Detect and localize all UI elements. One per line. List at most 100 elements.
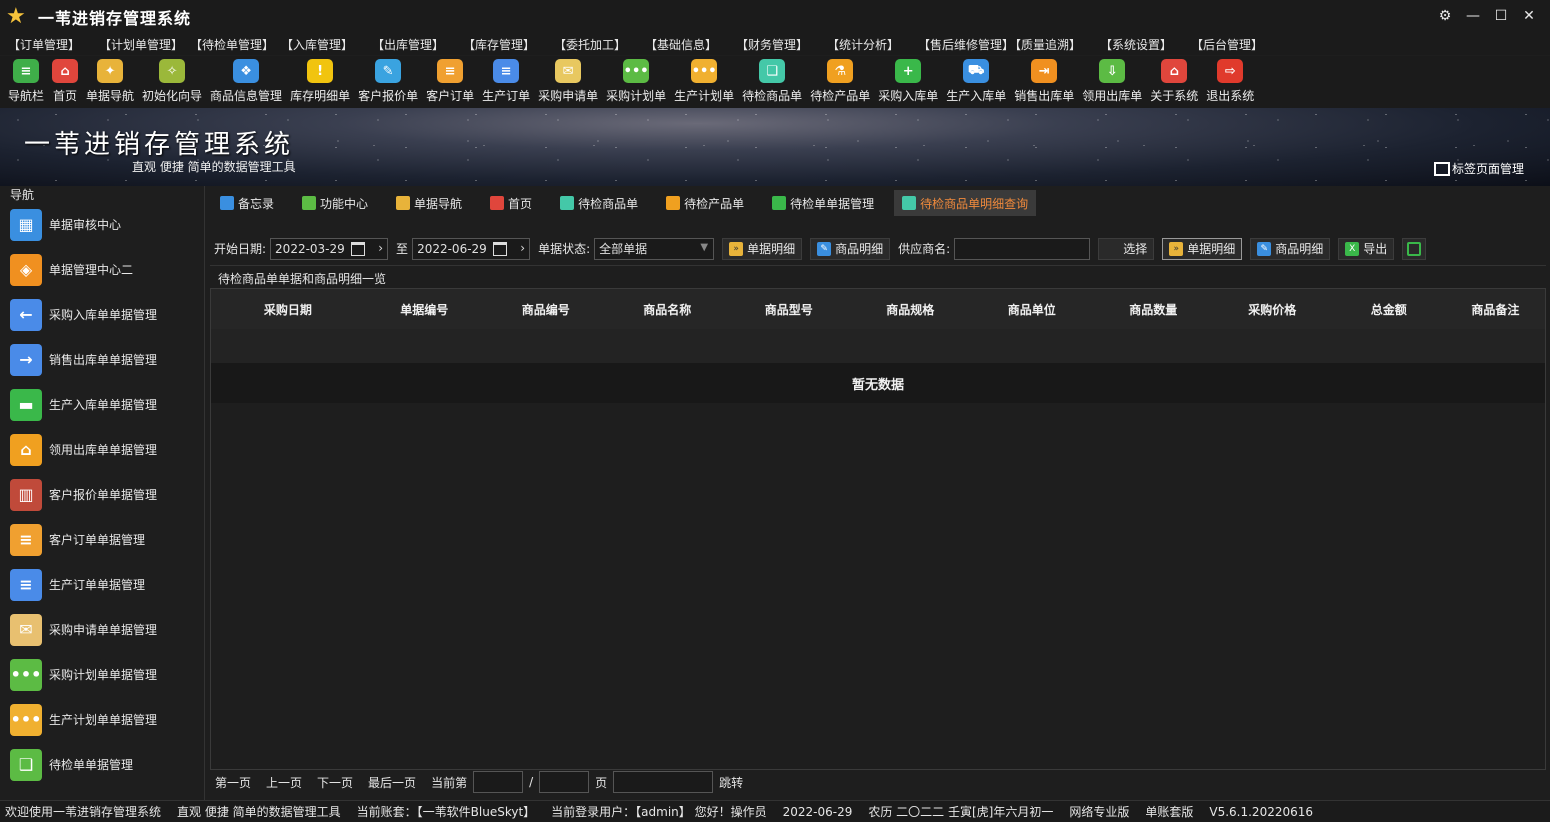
doc-detail-button-2[interactable]: » 单据明细: [1162, 237, 1243, 260]
menu-item[interactable]: 【质量追溯】: [1009, 36, 1100, 53]
prev-page-link[interactable]: 上一页: [266, 774, 302, 791]
tab[interactable]: 备忘录: [212, 190, 282, 216]
supplier-input[interactable]: [954, 237, 1091, 260]
toolbar-button-label: 首页: [53, 89, 78, 103]
sidebar-item[interactable]: ••• 采购计划单单据管理: [0, 652, 204, 697]
sidebar-item[interactable]: ✉ 采购申请单单据管理: [0, 607, 204, 652]
tab[interactable]: 功能中心: [294, 190, 376, 216]
toolbar-button[interactable]: ••• 生产计划单: [670, 56, 738, 104]
current-page-input[interactable]: [473, 771, 524, 793]
menu-item[interactable]: 【统计分析】: [827, 36, 918, 53]
toolbar-button[interactable]: ✦ 单据导航: [82, 56, 138, 104]
tab[interactable]: 待检产品单: [658, 190, 752, 216]
menu-item[interactable]: 【出库管理】: [372, 36, 463, 53]
grid-header: 采购日期 单据编号 商品编号 商品名称 商品型号 商品规格 商品单位 商品数量 采购价格 总金额商…: [211, 289, 1545, 329]
select-supplier-button[interactable]: 选择: [1098, 237, 1155, 260]
column-header[interactable]: 商品备注: [1446, 301, 1545, 318]
sidebar-item[interactable]: ⌂ 领用出库单单据管理: [0, 427, 204, 472]
toolbar-button[interactable]: ✉ 采购申请单: [534, 56, 602, 104]
column-header[interactable]: 商品名称: [608, 301, 727, 318]
first-page-link[interactable]: 第一页: [215, 774, 251, 791]
sidebar-item[interactable]: ▬ 生产入库单单据管理: [0, 382, 204, 427]
calendar-icon[interactable]: [351, 241, 366, 256]
menu-item[interactable]: 【入库管理】: [281, 36, 372, 53]
sidebar-item-label: 生产入库单单据管理: [49, 398, 158, 412]
tab-manage-button[interactable]: 标签页面管理: [1433, 160, 1524, 177]
column-header[interactable]: 采购日期: [211, 301, 365, 318]
sidebar-item[interactable]: ▦ 单据审核中心: [0, 202, 204, 247]
end-date-picker[interactable]: 2022-06-29 ›: [412, 237, 531, 260]
toolbar-button[interactable]: ❖ 商品信息管理: [206, 56, 286, 104]
toolbar-button[interactable]: + 采购入库单: [874, 56, 942, 104]
toolbar-button[interactable]: ✧ 初始化向导: [138, 56, 206, 104]
column-header[interactable]: 采购价格: [1213, 301, 1332, 318]
toolbar-button-label: 客户订单: [426, 89, 475, 103]
jump-page-input[interactable]: [613, 771, 714, 793]
menu-item[interactable]: 【财务管理】: [736, 36, 827, 53]
status-select[interactable]: 全部单据 ▼: [594, 237, 715, 260]
doc-detail-button[interactable]: » 单据明细: [722, 237, 803, 260]
toolbar-button[interactable]: ⇨ 退出系统: [1202, 56, 1258, 104]
start-date-picker[interactable]: 2022-03-29 ›: [270, 237, 389, 260]
menu-item[interactable]: 【售后维修管理】: [918, 36, 1014, 53]
menu-item[interactable]: 【待检单管理】: [190, 36, 281, 53]
next-page-link[interactable]: 下一页: [317, 774, 353, 791]
sidebar-item[interactable]: → 销售出库单单据管理: [0, 337, 204, 382]
menu-item[interactable]: 【库存管理】: [463, 36, 554, 53]
toolbar-button[interactable]: ! 库存明细单: [286, 56, 354, 104]
sidebar-item[interactable]: ◈ 单据管理中心二: [0, 247, 204, 292]
toolbar-button[interactable]: ≡ 生产订单: [478, 56, 534, 104]
column-header[interactable]: 单据编号: [365, 301, 484, 318]
menu-item[interactable]: 【系统设置】: [1100, 36, 1191, 53]
tab[interactable]: 单据导航: [388, 190, 470, 216]
tab[interactable]: 待检商品单明细查询: [894, 190, 1037, 216]
close-icon[interactable]: ✕: [1516, 4, 1542, 28]
tab[interactable]: 待检单单据管理: [764, 190, 882, 216]
goods-detail-button-2[interactable]: ✎ 商品明细: [1250, 237, 1331, 260]
maximize-icon[interactable]: ☐: [1488, 4, 1514, 28]
total-pages-input[interactable]: [539, 771, 590, 793]
toolbar-button[interactable]: ✎ 客户报价单: [354, 56, 422, 104]
calendar-icon[interactable]: [493, 241, 508, 256]
menu-item[interactable]: 【计划单管理】: [99, 36, 190, 53]
sidebar-item[interactable]: ≡ 客户订单单据管理: [0, 517, 204, 562]
sidebar-item[interactable]: ••• 生产计划单单据管理: [0, 697, 204, 742]
settings-gear-icon[interactable]: ⚙: [1432, 4, 1458, 28]
toolbar-button[interactable]: ⌂ 首页: [48, 56, 82, 104]
toolbar-button[interactable]: ⇩ 领用出库单: [1078, 56, 1146, 104]
column-header[interactable]: 商品型号: [727, 301, 851, 318]
toolbar-button[interactable]: ⚗ 待检产品单: [806, 56, 874, 104]
tab[interactable]: 首页: [482, 190, 540, 216]
last-page-link[interactable]: 最后一页: [368, 774, 416, 791]
toolbar-button[interactable]: ≡ 导航栏: [4, 56, 48, 104]
toolbar-button[interactable]: ❑ 待检商品单: [738, 56, 806, 104]
chevron-right-icon[interactable]: ›: [520, 241, 525, 255]
sidebar-item[interactable]: ← 采购入库单单据管理: [0, 292, 204, 337]
column-header[interactable]: 商品编号: [484, 301, 608, 318]
column-header[interactable]: 商品单位: [970, 301, 1094, 318]
doc-icon: ≡: [493, 59, 520, 83]
menu-item[interactable]: 【委托加工】: [554, 36, 645, 53]
menu-item[interactable]: 【基础信息】: [645, 36, 736, 53]
sidebar-item[interactable]: ▥ 客户报价单单据管理: [0, 472, 204, 517]
menu-item[interactable]: 【订单管理】: [8, 36, 99, 53]
goods-detail-button[interactable]: ✎ 商品明细: [810, 237, 891, 260]
export-button[interactable]: X 导出: [1338, 237, 1395, 260]
toolbar-button[interactable]: ⌂ 关于系统: [1146, 56, 1202, 104]
column-header[interactable]: 总金额: [1332, 301, 1446, 318]
column-header[interactable]: 商品数量: [1094, 301, 1213, 318]
toolbar-button[interactable]: ⛟ 生产入库单: [942, 56, 1010, 104]
jump-link[interactable]: 跳转: [719, 774, 743, 791]
tab[interactable]: 待检商品单: [552, 190, 646, 216]
toolbar-button[interactable]: ⇥ 销售出库单: [1010, 56, 1078, 104]
doc-detail-icon: »: [729, 241, 744, 256]
sidebar-item[interactable]: ≡ 生产订单单据管理: [0, 562, 204, 607]
column-header[interactable]: 商品规格: [851, 301, 970, 318]
minimize-icon[interactable]: —: [1460, 4, 1486, 28]
copy-window-button[interactable]: [1402, 237, 1427, 260]
sidebar-item[interactable]: ❑ 待检单单据管理: [0, 742, 204, 787]
toolbar-button[interactable]: ••• 采购计划单: [602, 56, 670, 104]
toolbar-button[interactable]: ≡ 客户订单: [422, 56, 478, 104]
menu-item[interactable]: 【后台管理】: [1191, 36, 1282, 53]
chevron-right-icon[interactable]: ›: [378, 241, 383, 255]
